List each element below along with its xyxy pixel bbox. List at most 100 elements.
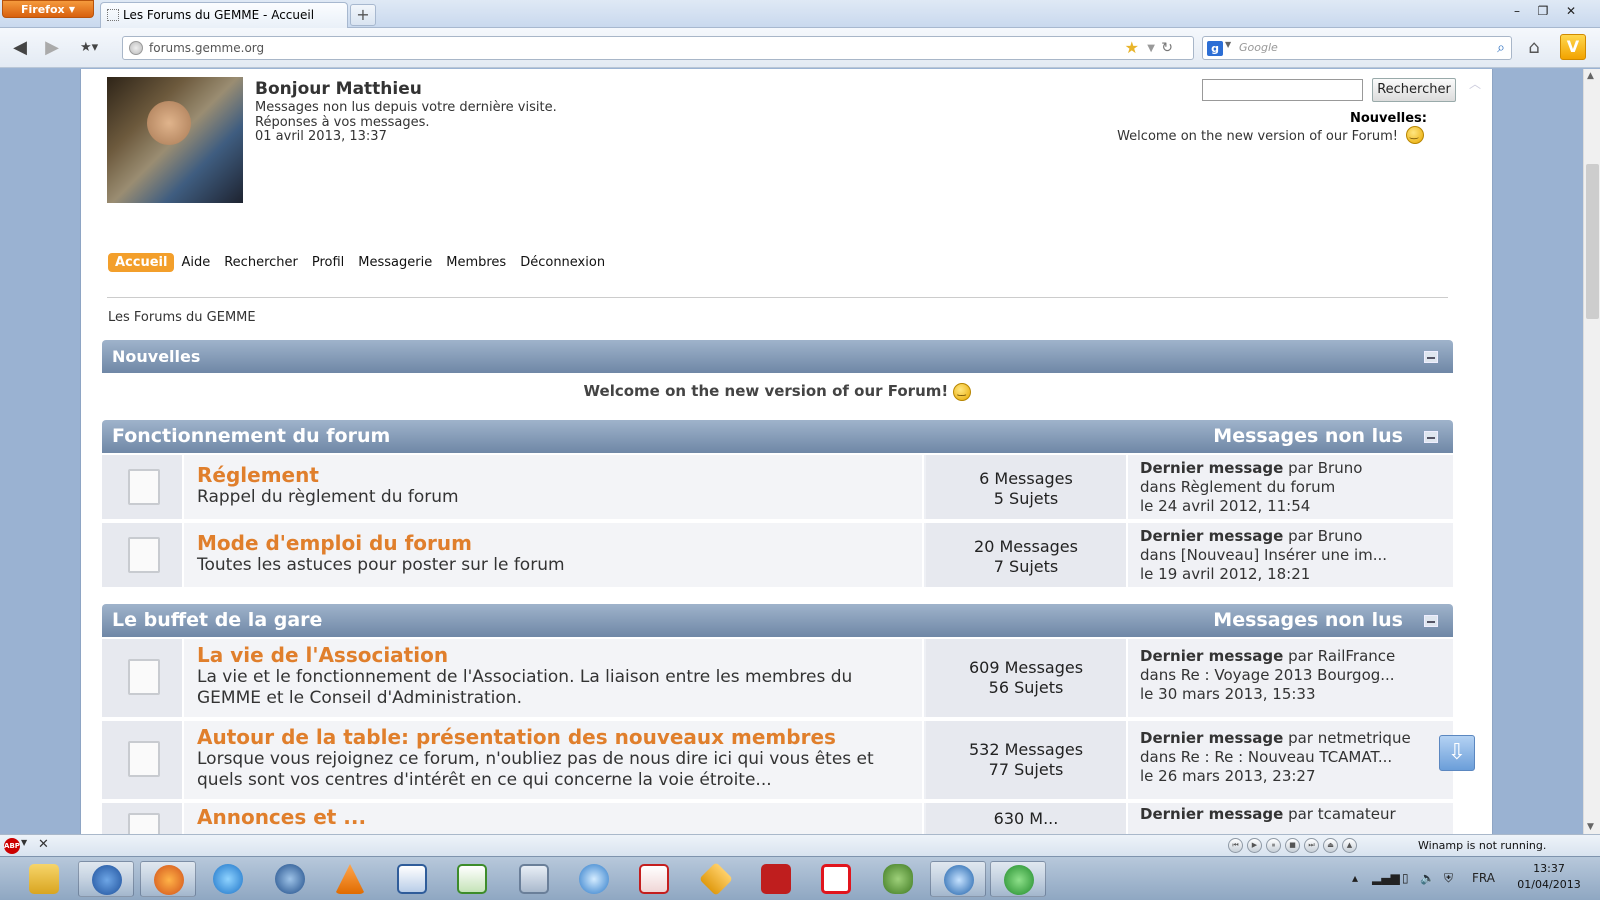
chevron-down-icon[interactable]: ▼: [1225, 40, 1231, 49]
last-post-label[interactable]: Dernier message: [1140, 459, 1283, 477]
network-icon[interactable]: ⛨: [1444, 871, 1453, 886]
category-title[interactable]: Fonctionnement du forum: [112, 420, 390, 453]
scrollbar-thumb[interactable]: [1586, 164, 1599, 319]
menu-item-membres[interactable]: Membres: [439, 253, 513, 272]
last-post-author[interactable]: par Bruno: [1283, 527, 1362, 545]
stop-icon[interactable]: ■: [1285, 838, 1300, 853]
menu-item-aide[interactable]: Aide: [174, 253, 217, 272]
collapse-icon[interactable]: [1424, 431, 1438, 443]
signal-icon[interactable]: ▂▄▆: [1372, 871, 1400, 885]
last-post-author[interactable]: par RailFrance: [1283, 647, 1395, 665]
board-title-link[interactable]: Autour de la table: présentation des nou…: [197, 725, 909, 749]
scroll-down-arrow-icon[interactable]: ▼: [1587, 822, 1594, 832]
app-icon[interactable]: [688, 861, 744, 897]
last-post-label[interactable]: Dernier message: [1140, 805, 1283, 823]
utorrent-icon[interactable]: [990, 861, 1046, 897]
bookmarks-menu-button[interactable]: ★▾: [80, 38, 110, 58]
writer-icon[interactable]: [384, 861, 440, 897]
navigation-toolbar: ◀ ▶ ★▾ forums.gemme.org ★ ▼ ↻ g ▼ Google…: [0, 28, 1600, 68]
breadcrumb[interactable]: Les Forums du GEMME: [108, 310, 256, 325]
search-button[interactable]: Rechercher: [1372, 78, 1456, 102]
firefox-icon[interactable]: [140, 861, 196, 897]
clock[interactable]: 13:37 01/04/2013: [1510, 861, 1588, 893]
menu-item-accueil[interactable]: Accueil: [108, 253, 175, 272]
filezilla-icon[interactable]: [748, 861, 804, 897]
last-post-topic[interactable]: dans Re : Re : Nouveau TCAMAT...: [1140, 748, 1443, 767]
last-post-author[interactable]: par netmetrique: [1283, 729, 1411, 747]
last-post-topic[interactable]: dans [Nouveau] Insérer une im...: [1140, 546, 1443, 565]
minimize-icon[interactable]: –: [1506, 2, 1528, 20]
last-post-topic[interactable]: dans Re : Voyage 2013 Bourgog...: [1140, 666, 1443, 685]
volume-up-icon[interactable]: ▲: [1342, 838, 1357, 853]
previous-icon[interactable]: ⏮: [1228, 838, 1243, 853]
last-post-author[interactable]: par tcamateur: [1283, 805, 1396, 823]
menu-item-profil[interactable]: Profil: [305, 253, 351, 272]
replies-link[interactable]: Réponses à vos messages.: [255, 115, 430, 130]
category-title[interactable]: Le buffet de la gare: [112, 604, 322, 637]
thunderbird-icon[interactable]: [78, 861, 134, 897]
scroll-down-icon[interactable]: ⇩: [1439, 735, 1475, 771]
forward-icon[interactable]: ▶: [40, 36, 64, 60]
board-title-link[interactable]: La vie de l'Association: [197, 643, 909, 667]
show-hidden-icons-icon[interactable]: ▴: [1352, 871, 1358, 885]
calc-icon[interactable]: [444, 861, 500, 897]
forum-search-input[interactable]: [1202, 79, 1363, 101]
unread-messages-link[interactable]: Messages non lus: [1213, 420, 1403, 453]
last-post-label[interactable]: Dernier message: [1140, 647, 1283, 665]
board-folder-icon: [122, 737, 160, 777]
play-icon[interactable]: ▶: [1247, 838, 1262, 853]
reload-icon[interactable]: ↻: [1161, 38, 1173, 58]
collapse-icon[interactable]: [1424, 615, 1438, 627]
google-icon[interactable]: g: [1207, 41, 1223, 56]
internet-explorer-icon[interactable]: [200, 861, 256, 897]
last-post-author[interactable]: par Bruno: [1283, 459, 1362, 477]
menu-item-rechercher[interactable]: Rechercher: [217, 253, 305, 272]
last-post-label[interactable]: Dernier message: [1140, 729, 1283, 747]
web-search-bar[interactable]: g ▼ Google ⌕: [1202, 36, 1512, 60]
tab-forum-home[interactable]: Les Forums du GEMME - Accueil: [100, 2, 348, 28]
restore-icon[interactable]: ❐: [1532, 2, 1554, 20]
vertical-scrollbar[interactable]: ▲ ▼: [1583, 69, 1600, 834]
bookmark-star-icon[interactable]: ★: [1125, 38, 1139, 58]
itunes-icon[interactable]: [566, 861, 622, 897]
close-icon[interactable]: ✕: [1560, 2, 1582, 20]
game-icon[interactable]: [870, 861, 926, 897]
menu-item-messagerie[interactable]: Messagerie: [351, 253, 439, 272]
volume-icon[interactable]: 🔈: [1420, 871, 1435, 885]
pause-icon[interactable]: ⏸: [1266, 838, 1281, 853]
chevron-down-icon[interactable]: ▼: [21, 838, 27, 847]
collapse-icon[interactable]: [1424, 351, 1438, 363]
file-explorer-icon[interactable]: [16, 861, 72, 897]
google-earth-icon[interactable]: [262, 861, 318, 897]
firefox-menu-button[interactable]: Firefox ▼: [2, 0, 94, 18]
next-icon[interactable]: ⏭: [1304, 838, 1319, 853]
back-icon[interactable]: ◀: [8, 36, 32, 60]
url-bar[interactable]: forums.gemme.org ★ ▼ ↻: [122, 36, 1194, 60]
url-dropdown-icon[interactable]: ▼: [1147, 38, 1155, 60]
menu-item-deconnexion[interactable]: Déconnexion: [513, 253, 612, 272]
eject-icon[interactable]: ⏏: [1323, 838, 1338, 853]
last-post-label[interactable]: Dernier message: [1140, 527, 1283, 545]
new-tab-button[interactable]: +: [350, 4, 376, 26]
last-post-topic[interactable]: dans Règlement du forum: [1140, 478, 1443, 497]
calculator-icon[interactable]: [506, 861, 562, 897]
addon-icon[interactable]: V: [1560, 34, 1586, 60]
vlc-icon[interactable]: [322, 861, 378, 897]
unread-messages-link[interactable]: Messages non lus: [1213, 604, 1403, 637]
battery-icon[interactable]: ▯: [1402, 871, 1409, 885]
camera-icon[interactable]: [930, 861, 986, 897]
board-title-link[interactable]: Annonces et ...: [197, 805, 909, 829]
acrobat-icon[interactable]: [626, 861, 682, 897]
home-icon[interactable]: ⌂: [1522, 36, 1546, 60]
url-text[interactable]: forums.gemme.org: [149, 37, 264, 59]
language-indicator[interactable]: FRA: [1472, 871, 1495, 885]
adblock-icon[interactable]: ABP: [4, 838, 20, 854]
board-title-link[interactable]: Réglement: [197, 463, 909, 487]
collapse-header-icon[interactable]: ︿: [1469, 75, 1481, 92]
search-icon[interactable]: ⌕: [1497, 38, 1505, 58]
scroll-up-arrow-icon[interactable]: ▲: [1587, 71, 1594, 81]
unread-messages-link[interactable]: Messages non lus depuis votre dernière v…: [255, 100, 557, 115]
close-icon[interactable]: ✕: [38, 837, 49, 852]
db-icon[interactable]: [808, 861, 864, 897]
board-title-link[interactable]: Mode d'emploi du forum: [197, 531, 909, 555]
